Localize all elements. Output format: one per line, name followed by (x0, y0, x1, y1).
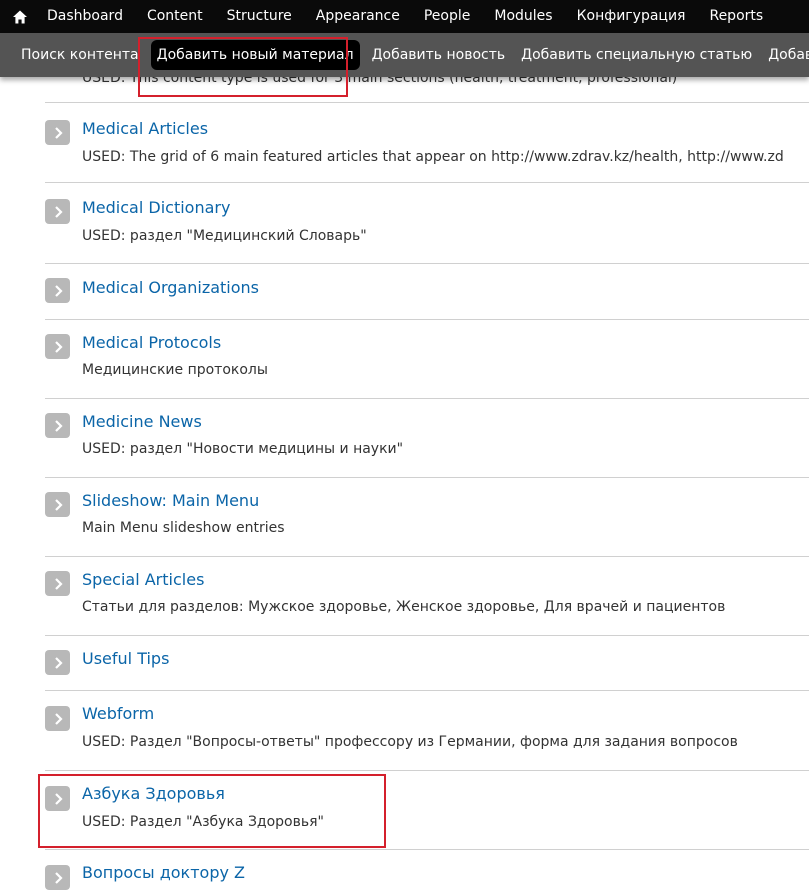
menu-item-structure[interactable]: Structure (215, 0, 304, 33)
chevron-right-icon[interactable] (45, 650, 70, 675)
menu-item-appearance[interactable]: Appearance (304, 0, 412, 33)
menu-item-people[interactable]: People (412, 0, 483, 33)
chevron-right-icon[interactable] (45, 278, 70, 303)
list-item: Medicine News USED: раздел "Новости меди… (45, 399, 809, 478)
content-type-link[interactable]: Medical Protocols (82, 333, 221, 352)
content-type-link[interactable]: Medical Organizations (82, 278, 259, 297)
shortcut-search-content[interactable]: Поиск контента (0, 40, 147, 70)
content-type-link[interactable]: Азбука Здоровья (82, 784, 225, 803)
content-type-link[interactable]: Useful Tips (82, 649, 169, 668)
content-type-link[interactable]: Medical Articles (82, 119, 208, 138)
content-type-description: USED: Раздел "Вопросы-ответы" профессору… (82, 734, 738, 750)
chevron-right-icon[interactable] (45, 786, 70, 811)
list-item: Азбука Здоровья USED: Раздел "Азбука Здо… (45, 771, 809, 850)
content-type-description: USED: Раздел "Азбука Здоровья" (82, 814, 324, 830)
list-item: Medical Protocols Медицинские протоколы (45, 320, 809, 399)
content-type-link[interactable]: Вопросы доктору Z (82, 863, 245, 882)
content-type-description: USED: раздел "Новости медицины и науки" (82, 441, 404, 457)
menu-item-dashboard[interactable]: Dashboard (40, 0, 135, 33)
list-item: Medical Dictionary USED: раздел "Медицин… (45, 183, 809, 264)
content-type-link[interactable]: Webform (82, 704, 154, 723)
chevron-right-icon[interactable] (45, 571, 70, 596)
content-type-description: Main Menu slideshow entries (82, 520, 285, 536)
menu-item-reports[interactable]: Reports (697, 0, 775, 33)
content-type-description: USED: раздел "Медицинский Словарь" (82, 228, 367, 244)
content-type-link[interactable]: Special Articles (82, 570, 204, 589)
shortcut-add-special-article[interactable]: Добавить специальную статью (513, 40, 760, 70)
content-type-description: Статьи для разделов: Мужское здоровье, Ж… (82, 599, 726, 615)
menu-item-content[interactable]: Content (135, 0, 215, 33)
shortcut-add-content[interactable]: Добавить новый материал (150, 40, 360, 70)
chevron-right-icon[interactable] (45, 120, 70, 145)
content-type-link[interactable]: Medicine News (82, 412, 202, 431)
shortcut-add-more[interactable]: Добавить ре (760, 40, 809, 70)
chevron-right-icon[interactable] (45, 706, 70, 731)
chevron-right-icon[interactable] (45, 199, 70, 224)
list-item: Webform USED: Раздел "Вопросы-ответы" пр… (45, 691, 809, 771)
chevron-right-icon[interactable] (45, 334, 70, 359)
list-item: Slideshow: Main Menu Main Menu slideshow… (45, 478, 809, 557)
list-item: Useful Tips (45, 636, 809, 691)
content-type-description: USED: The grid of 6 main featured articl… (82, 149, 784, 165)
list-item: Special Articles Статьи для разделов: Му… (45, 557, 809, 636)
home-icon[interactable] (0, 0, 40, 33)
chevron-right-icon[interactable] (45, 492, 70, 517)
menu-item-modules[interactable]: Modules (482, 0, 564, 33)
shortcut-add-news[interactable]: Добавить новость (364, 40, 514, 70)
chevron-right-icon[interactable] (45, 865, 70, 890)
menu-item-configuration[interactable]: Конфигурация (565, 0, 698, 33)
content-type-link[interactable]: Medical Dictionary (82, 198, 230, 217)
shortcuts-bar: Поиск контента Добавить новый материал Д… (0, 33, 809, 77)
content-type-link[interactable]: Slideshow: Main Menu (82, 491, 259, 510)
content-type-description: Медицинские протоколы (82, 362, 268, 378)
admin-toolbar: Dashboard Content Structure Appearance P… (0, 0, 809, 33)
list-item: Medical Articles USED: The grid of 6 mai… (45, 103, 809, 183)
chevron-right-icon[interactable] (45, 413, 70, 438)
list-item: Вопросы доктору Z (45, 850, 809, 891)
list-item: Medical Organizations (45, 264, 809, 320)
content-type-list: USED: This content type is used for 3 ma… (0, 0, 809, 891)
